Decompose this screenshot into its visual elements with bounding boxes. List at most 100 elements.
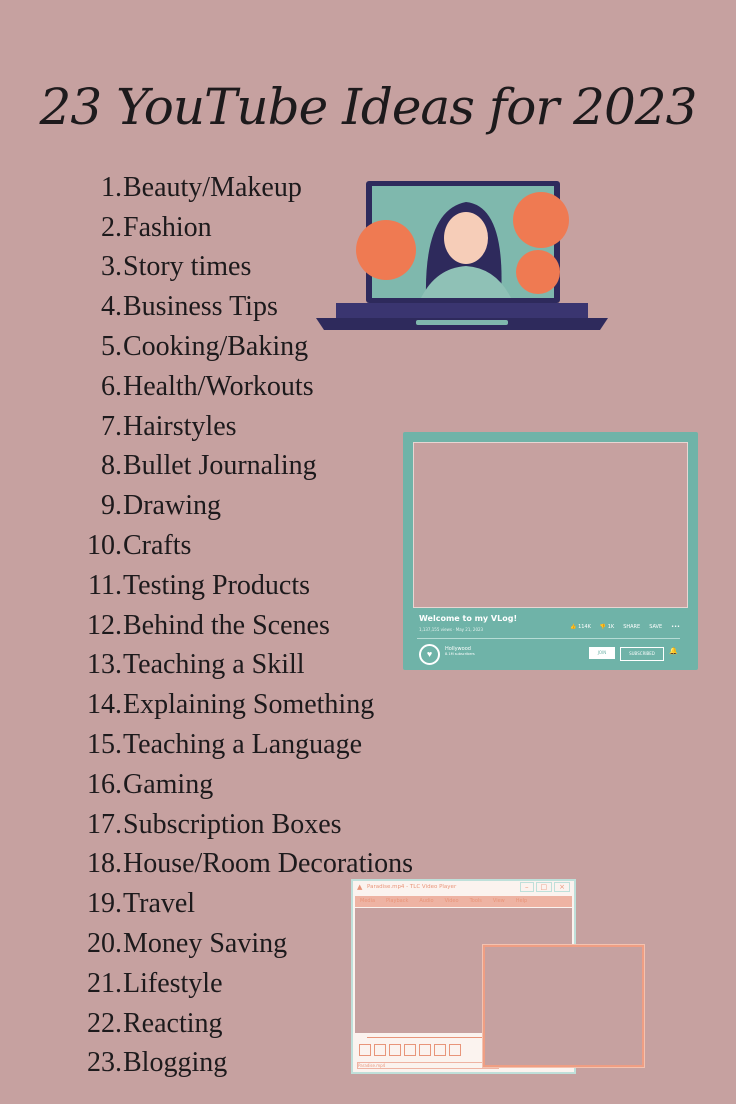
page-title: 23 YouTube Ideas for 2023	[39, 78, 698, 136]
item-number: 9.	[101, 490, 122, 522]
item-number: 6.	[101, 370, 122, 402]
menu-item[interactable]: Media	[360, 896, 375, 907]
pause-button[interactable]	[359, 1044, 371, 1056]
video-stats: 1,137,155 views · May 21, 2023	[419, 627, 484, 632]
more-icon[interactable]: •••	[671, 624, 680, 630]
item-number: 15.	[87, 729, 122, 761]
youtube-player-mockup: Welcome to my VLog! 1,137,155 views · Ma…	[403, 432, 698, 670]
menu-item[interactable]: Playback	[386, 896, 408, 907]
list-item: 7. Hairstyles	[60, 407, 413, 447]
menu-item[interactable]: Video	[445, 896, 459, 907]
item-label: Subscription Boxes	[123, 808, 342, 840]
list-item: 6. Health/Workouts	[60, 367, 413, 407]
list-item: 14. Explaining Something	[60, 685, 413, 725]
bell-icon[interactable]: 🔔	[669, 647, 678, 655]
fullscreen-button[interactable]	[419, 1044, 431, 1056]
like-button[interactable]: 👍 114K	[570, 624, 591, 630]
status-bar: Paradise.mp4	[357, 1062, 499, 1069]
divider	[417, 638, 680, 639]
item-number: 8.	[101, 450, 122, 482]
menu-item[interactable]: View	[493, 896, 505, 907]
item-number: 2.	[101, 211, 122, 243]
item-number: 20.	[87, 928, 122, 960]
item-number: 19.	[87, 888, 122, 920]
prev-button[interactable]	[374, 1044, 386, 1056]
list-item: 11. Testing Products	[60, 566, 413, 606]
item-number: 5.	[101, 331, 122, 363]
playlist-button[interactable]	[434, 1044, 446, 1056]
close-button[interactable]: ×	[554, 882, 570, 892]
item-number: 17.	[87, 808, 122, 840]
item-label: Fashion	[123, 211, 212, 243]
item-number: 21.	[87, 967, 122, 999]
menu-bar: Media Playback Audio Video Tools View Help	[355, 896, 572, 907]
list-item: 12. Behind the Scenes	[60, 606, 413, 646]
item-label: Business Tips	[123, 291, 278, 323]
minimize-button[interactable]: –	[520, 882, 534, 892]
item-number: 11.	[88, 569, 122, 601]
list-item: 10. Crafts	[60, 526, 413, 566]
item-label: Travel	[123, 888, 196, 920]
item-number: 1.	[101, 171, 122, 203]
item-number: 16.	[87, 768, 122, 800]
item-number: 13.	[87, 649, 122, 681]
item-label: Reacting	[123, 1007, 223, 1039]
heart-icon: ♥	[419, 644, 440, 665]
menu-item[interactable]: Help	[516, 896, 527, 907]
item-number: 22.	[87, 1007, 122, 1039]
playback-controls	[359, 1044, 461, 1056]
dislike-count: 1K	[607, 624, 615, 630]
item-label: Lifestyle	[123, 967, 223, 999]
menu-item[interactable]: Tools	[470, 896, 482, 907]
laptop-illustration	[316, 181, 608, 330]
list-item: 8. Bullet Journaling	[60, 447, 413, 487]
infographic: 23 YouTube Ideas for 2023 1. Beauty/Makeu…	[0, 0, 736, 1104]
video-title: Welcome to my VLog!	[419, 614, 518, 623]
list-item: 15. Teaching a Language	[60, 725, 413, 765]
list-item: 16. Gaming	[60, 765, 413, 805]
item-number: 18.	[87, 848, 122, 880]
subscriber-count: 8.1M subscribers	[445, 652, 475, 656]
item-label: Explaining Something	[123, 689, 375, 721]
item-label: Gaming	[123, 768, 214, 800]
item-label: Behind the Scenes	[123, 609, 330, 641]
item-label: Health/Workouts	[123, 370, 314, 402]
item-label: Teaching a Language	[123, 729, 363, 761]
item-number: 23.	[87, 1047, 122, 1079]
maximize-button[interactable]: □	[535, 882, 553, 892]
item-label: Beauty/Makeup	[123, 171, 302, 203]
list-item: 13. Teaching a Skill	[60, 646, 413, 686]
item-number: 10.	[87, 530, 122, 562]
item-label: Testing Products	[123, 569, 311, 601]
item-label: House/Room Decorations	[123, 848, 414, 880]
item-label: Drawing	[123, 490, 221, 522]
item-number: 7.	[101, 410, 122, 442]
like-count: 114K	[578, 624, 591, 630]
list-item: 17. Subscription Boxes	[60, 805, 413, 845]
item-label: Crafts	[123, 530, 192, 562]
stop-button[interactable]	[389, 1044, 401, 1056]
window-title: Paradise.mp4 - TLC Video Player	[367, 884, 457, 890]
settings-button[interactable]	[449, 1044, 461, 1056]
share-button[interactable]: SHARE	[623, 624, 640, 630]
cone-icon: ▲	[357, 883, 363, 891]
item-label: Story times	[123, 251, 252, 283]
save-button[interactable]: SAVE	[649, 624, 662, 630]
subscribed-button[interactable]: SUBSCRIBED	[620, 647, 664, 661]
menu-item[interactable]: Audio	[419, 896, 433, 907]
item-number: 14.	[87, 689, 122, 721]
item-label: Hairstyles	[123, 410, 237, 442]
video-area[interactable]	[413, 442, 688, 608]
item-label: Bullet Journaling	[123, 450, 317, 482]
item-label: Teaching a Skill	[123, 649, 305, 681]
join-button[interactable]: JOIN	[589, 647, 615, 659]
item-number: 12.	[87, 609, 122, 641]
item-label: Cooking/Baking	[123, 331, 309, 363]
item-number: 4.	[101, 291, 122, 323]
dislike-button[interactable]: 👎 1K	[600, 624, 614, 630]
list-item: 5. Cooking/Baking	[60, 327, 413, 367]
next-button[interactable]	[404, 1044, 416, 1056]
item-label: Blogging	[123, 1047, 228, 1079]
item-label: Money Saving	[123, 928, 288, 960]
list-item: 9. Drawing	[60, 486, 413, 526]
